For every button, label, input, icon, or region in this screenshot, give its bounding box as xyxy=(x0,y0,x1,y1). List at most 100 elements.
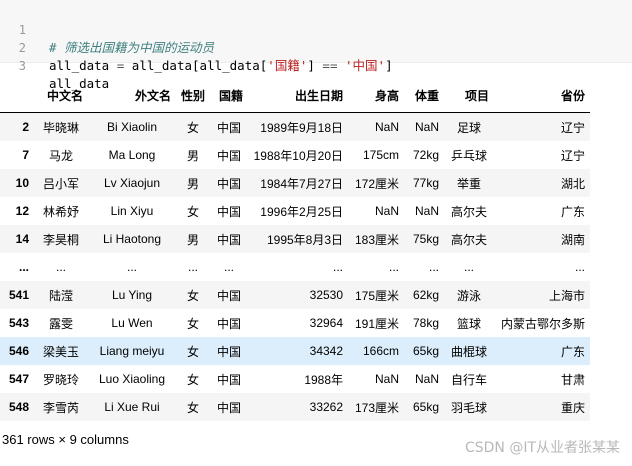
row-index: 543 xyxy=(8,316,29,330)
cell-nationality: 中国 xyxy=(217,148,242,163)
cell-province: 广东 xyxy=(561,204,586,219)
cell-sport: 足球 xyxy=(457,120,482,135)
dataframe-table: 中文名 外文名 性别 国籍 出生日期 身高 体重 项目 省份 2 毕晓琳 Bi Xi… xyxy=(0,78,591,421)
cell-foreign-name: Li Xue Rui xyxy=(104,400,160,414)
cell-foreign-name: Lu Wen xyxy=(111,316,153,330)
cell-gender: 女 xyxy=(187,400,200,415)
row-index: 548 xyxy=(8,400,29,414)
cell-chinese-name: 露雯 xyxy=(48,316,73,331)
cell-weight: ... xyxy=(429,260,440,274)
cell-foreign-name: Lv Xiaojun xyxy=(103,176,161,190)
cell-nationality: 中国 xyxy=(217,400,242,415)
cell-height: 191厘米 xyxy=(354,316,400,331)
cell-province: 广东 xyxy=(561,344,586,359)
cell-sport: 高尔夫 xyxy=(451,232,488,247)
cell-gender: 女 xyxy=(187,288,200,303)
cell-chinese-name: 毕晓琳 xyxy=(42,120,79,135)
line-number: 3 xyxy=(18,59,26,73)
cell-chinese-name: 陆滢 xyxy=(48,288,73,303)
header-height: 身高 xyxy=(348,78,405,113)
cell-gender: 男 xyxy=(187,176,200,191)
cell-province: ... xyxy=(575,260,586,274)
cell-weight: 65kg xyxy=(412,400,440,414)
cell-sport: 高尔夫 xyxy=(451,204,488,219)
cell-birth-date: 1984年7月27日 xyxy=(260,176,344,191)
table-body: 2 毕晓琳 Bi Xiaolin 女中国 1989年9月18日 NaN NaN 足球 辽宁 7 马龙… xyxy=(0,112,591,421)
table-row: .............................. xyxy=(0,253,591,281)
row-index: 541 xyxy=(8,288,29,302)
cell-chinese-name: 吕小军 xyxy=(42,176,79,191)
header-row: 中文名 外文名 性别 国籍 出生日期 身高 体重 项目 省份 xyxy=(0,78,591,113)
cell-foreign-name: Luo Xiaoling xyxy=(98,372,166,386)
row-index: 547 xyxy=(8,372,29,386)
cell-weight: 72kg xyxy=(412,148,440,162)
cell-foreign-name: ... xyxy=(126,260,137,274)
cell-sport: 举重 xyxy=(457,176,482,191)
cell-foreign-name: Lu Ying xyxy=(111,288,153,302)
cell-weight: 62kg xyxy=(412,288,440,302)
cell-height: 175厘米 xyxy=(354,288,400,303)
table-row: 541 陆滢 Lu Ying 女 中国 32530 175厘米 62kg 游泳 上海市 xyxy=(0,281,591,309)
cell-nationality: ... xyxy=(224,260,235,274)
cell-height: 183厘米 xyxy=(354,232,400,247)
cell-nationality: 中国 xyxy=(217,372,242,387)
row-index: 546 xyxy=(8,344,29,358)
header-weight: 体重 xyxy=(404,78,445,113)
code-line-2: 2 all_data = all_data[all_data['国籍'] == … xyxy=(0,23,393,73)
table-row: 546 梁美玉 Liang meiyu 女 中国 34342 166cm 65kg 曲棍球 广东 xyxy=(0,337,591,365)
cell-province: 上海市 xyxy=(549,288,586,303)
cell-height: 172厘米 xyxy=(354,176,400,191)
code-comment: # 筛选出国籍为中国的运动员 xyxy=(49,40,215,55)
cell-sport: 自行车 xyxy=(451,372,488,387)
table-row: 543 露雯 Lu Wen 女 中国 32964 191厘米 78kg 篮球 内蒙古鄂尔多斯 xyxy=(0,309,591,337)
cell-nationality: 中国 xyxy=(217,344,242,359)
cell-gender: 女 xyxy=(187,316,200,331)
cell-birth-date: 33262 xyxy=(309,400,344,414)
cell-gender: ... xyxy=(188,260,199,274)
cell-foreign-name: Bi Xiaolin xyxy=(106,120,158,134)
cell-sport: ... xyxy=(464,260,475,274)
cell-nationality: 中国 xyxy=(217,176,242,191)
cell-foreign-name: Lin Xiyu xyxy=(110,204,154,218)
cell-gender: 男 xyxy=(187,148,200,163)
row-index: 14 xyxy=(15,232,29,246)
code-cell[interactable]: 1 # 筛选出国籍为中国的运动员 2 all_data = all_data[a… xyxy=(0,0,632,91)
cell-chinese-name: 梁美玉 xyxy=(42,344,79,359)
cell-weight: 65kg xyxy=(412,344,440,358)
cell-birth-date: 1989年9月18日 xyxy=(260,120,344,135)
cell-province: 内蒙古鄂尔多斯 xyxy=(501,316,586,331)
header-index xyxy=(0,78,34,113)
cell-weight: NaN xyxy=(415,372,440,386)
cell-height: NaN xyxy=(375,204,400,218)
cell-gender: 女 xyxy=(187,372,200,387)
cell-sport: 羽毛球 xyxy=(451,400,488,415)
cell-nationality: 中国 xyxy=(217,316,242,331)
table-row: 7 马龙 Ma Long 男 中国 1988年10月20日 175cm 72kg 乒乓球 辽宁 xyxy=(0,141,591,169)
cell-birth-date: 32964 xyxy=(309,316,344,330)
header-province: 省份 xyxy=(494,78,591,113)
cell-gender: 女 xyxy=(187,120,200,135)
header-gender: 性别 xyxy=(176,78,211,113)
row-index: 10 xyxy=(15,176,29,190)
cell-gender: 女 xyxy=(187,344,200,359)
cell-height: NaN xyxy=(375,372,400,386)
table-row: 12 林希妤 Lin Xiyu 女 中国 1996年2月25日 NaN NaN 高尔夫 广东 xyxy=(0,197,591,225)
cell-province: 重庆 xyxy=(561,400,586,415)
cell-sport: 曲棍球 xyxy=(451,344,488,359)
cell-height: 173厘米 xyxy=(354,400,400,415)
cell-foreign-name: Ma Long xyxy=(108,148,156,162)
cell-birth-date: 1988年10月20日 xyxy=(253,148,344,163)
cell-nationality: 中国 xyxy=(217,232,242,247)
watermark: CSDN @IT从业者张某某 xyxy=(464,440,620,456)
cell-weight: 77kg xyxy=(412,176,440,190)
cell-nationality: 中国 xyxy=(217,120,242,135)
cell-province: 甘肃 xyxy=(561,372,586,387)
table-row: 14 李昊桐 Li Haotong 男 中国 1995年8月3日 183厘米 75kg 高尔夫 湖… xyxy=(0,225,591,253)
cell-birth-date: 34342 xyxy=(309,344,344,358)
row-index: ... xyxy=(18,260,29,274)
cell-nationality: 中国 xyxy=(217,204,242,219)
cell-height: 175cm xyxy=(362,148,400,162)
table-header: 中文名 外文名 性别 国籍 出生日期 身高 体重 项目 省份 xyxy=(0,78,591,113)
cell-foreign-name: Liang meiyu xyxy=(99,344,165,358)
cell-sport: 游泳 xyxy=(457,288,482,303)
